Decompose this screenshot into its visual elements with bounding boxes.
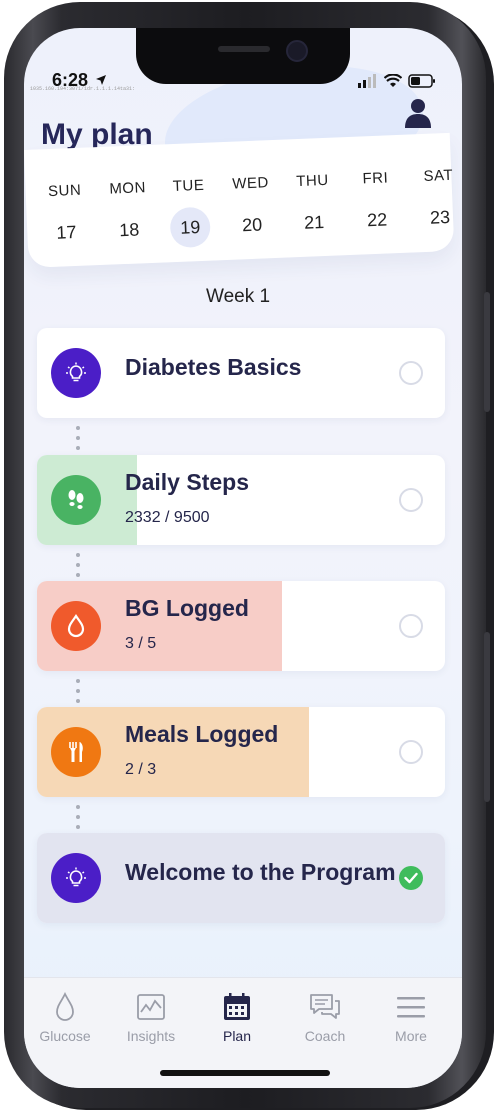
task-progress-text: 3 / 5 [125,635,157,652]
calendar-icon [202,990,272,1024]
wifi-icon [384,74,402,87]
task-progress-text: 2 / 3 [125,761,157,778]
tab-label: Coach [304,1028,346,1044]
calendar-day[interactable]: SAT 23 [413,166,462,238]
camera [286,40,308,62]
tab-plan[interactable]: Plan [202,990,272,1044]
location-arrow-icon [96,75,107,85]
drop-outline-icon [30,990,100,1024]
tab-insights[interactable]: Insights [116,990,186,1044]
tab-label: More [395,1028,427,1044]
profile-icon[interactable] [404,98,432,128]
calendar-day-name: FRI [362,169,389,188]
status-url: 1035.160.194:3071/1dr.1.1.1.14ta31: [30,86,136,92]
calendar-day-number[interactable]: 18 [109,209,151,251]
calendar-day-name: SUN [47,181,82,201]
lightbulb-icon [51,348,101,398]
calendar-day-number-selected[interactable]: 19 [169,206,212,249]
signal-icon [358,74,376,88]
tab-label: Insights [126,1028,176,1044]
task-card[interactable]: Diabetes Basics [37,328,445,418]
calendar-day-name: SAT [423,166,454,185]
week-label: Week 1 [206,286,271,307]
task-checkbox[interactable] [399,614,423,638]
notch [136,28,350,84]
task-title: Welcome to the Program [125,859,396,885]
task-card[interactable]: Welcome to the Program [37,833,445,923]
phone-frame: 6:28 1035.160.194:3071/1dr.1.1.1.14ta31:… [4,2,490,1108]
battery-icon [408,74,435,88]
task-checkbox[interactable] [399,361,423,385]
drop-icon [51,601,101,651]
side-button [484,292,490,412]
task-progress-text: 2332 / 9500 [125,509,210,526]
task-title: BG Logged [125,595,249,621]
task-title: Daily Steps [125,469,249,495]
calendar-day[interactable]: SUN 17 [39,181,92,253]
calendar-day-name: THU [295,171,329,191]
calendar-day-number[interactable]: 23 [419,197,461,239]
calendar-day[interactable]: THU 21 [287,171,340,243]
task-card[interactable]: Meals Logged 2 / 3 [37,707,445,797]
task-connector-dots [76,805,81,835]
fork-knife-icon [51,727,101,777]
task-connector-dots [76,553,81,583]
week-calendar: SUN 17 MON 18 TUE 19 WED 20 THU 21 FRI 22 SAT 23 [24,132,455,268]
task-card[interactable]: BG Logged 3 / 5 [37,581,445,671]
tab-label: Glucose [39,1028,91,1044]
calendar-day-number[interactable]: 22 [356,199,398,241]
speaker [218,46,270,52]
tab-more[interactable]: More [376,990,446,1044]
chat-bubbles-icon [290,990,360,1024]
task-complete-check-icon[interactable] [399,866,423,890]
task-title: Diabetes Basics [125,354,302,380]
task-checkbox[interactable] [399,488,423,512]
status-icons [358,74,436,88]
tab-label: Plan [222,1028,252,1044]
calendar-day-name: TUE [172,176,205,196]
calendar-day-number[interactable]: 20 [231,204,273,246]
calendar-day[interactable]: TUE 19 [163,176,216,249]
calendar-day-name: WED [231,174,270,193]
calendar-day[interactable]: MON 18 [102,179,155,251]
app-screen: 6:28 1035.160.194:3071/1dr.1.1.1.14ta31:… [24,28,462,1088]
tab-glucose[interactable]: Glucose [30,990,100,1044]
task-title: Meals Logged [125,721,279,747]
lightbulb-icon [51,853,101,903]
task-checkbox[interactable] [399,740,423,764]
task-connector-dots [76,426,81,456]
calendar-day-number[interactable]: 17 [46,212,88,254]
calendar-day-name: MON [109,179,147,198]
chart-icon [116,990,186,1024]
menu-icon [376,990,446,1024]
side-button-lower [484,632,490,802]
task-connector-dots [76,679,81,709]
tab-coach[interactable]: Coach [290,990,360,1044]
task-card[interactable]: Daily Steps 2332 / 9500 [37,455,445,545]
calendar-day[interactable]: FRI 22 [350,169,403,241]
footsteps-icon [51,475,101,525]
calendar-day-number[interactable]: 21 [293,202,335,244]
calendar-day[interactable]: WED 20 [225,174,278,246]
home-indicator [160,1070,330,1076]
